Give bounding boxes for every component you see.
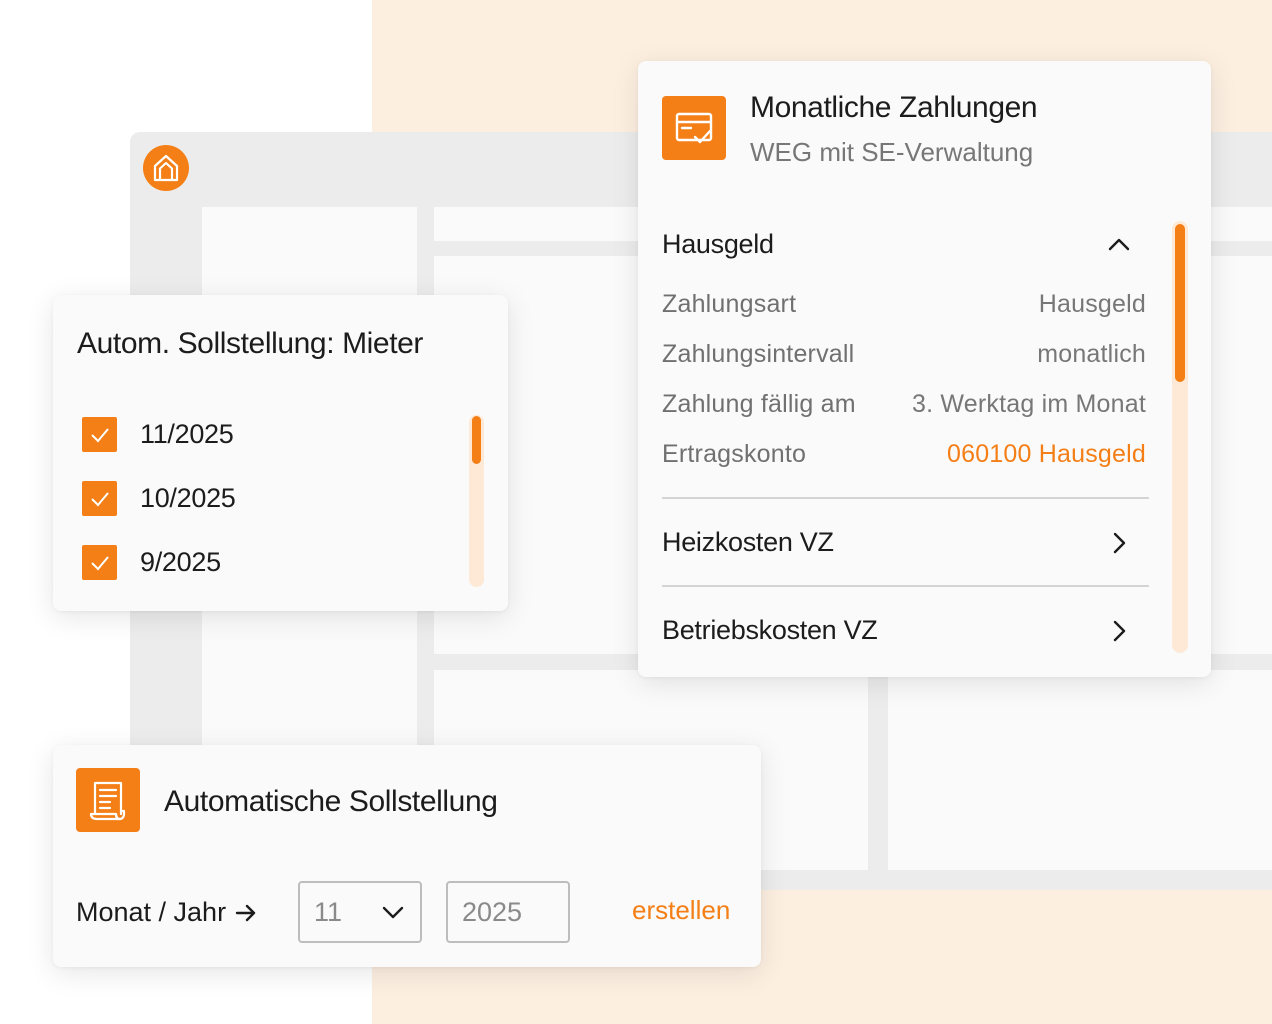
detail-value: monatlich [1037,340,1146,368]
year-input[interactable] [446,881,570,943]
section-title: Hausgeld [662,229,774,259]
divider [662,585,1149,587]
detail-label: Zahlung fällig am [662,390,856,418]
detail-value: 3. Werktag im Monat [912,390,1146,418]
period-label: 11/2025 [140,419,234,449]
check-icon [90,427,109,442]
payment-card-check-icon [662,96,726,160]
monatliche-zahlungen-card: Monatliche Zahlungen WEG mit SE-Verwaltu… [638,61,1211,677]
create-button[interactable]: erstellen [632,895,730,926]
period-label: 9/2025 [140,547,221,577]
scrollbar-thumb[interactable] [472,416,481,464]
checkbox-checked[interactable] [82,417,117,452]
detail-row: Zahlungsart Hausgeld [662,290,1146,319]
check-icon [90,555,109,570]
period-item[interactable]: 11/2025 [82,417,234,452]
detail-row: Ertragskonto 060100 Hausgeld [662,440,1146,469]
section-title: Betriebskosten VZ [662,615,878,645]
section-betriebskosten-header[interactable]: Betriebskosten VZ [662,615,1132,646]
period-item[interactable]: 9/2025 [82,545,221,580]
check-icon [90,491,109,506]
section-hausgeld-header[interactable]: Hausgeld [662,229,1132,260]
house-icon[interactable] [143,145,189,191]
chevron-down-icon[interactable] [380,899,406,925]
card-title: Monatliche Zahlungen [750,91,1038,124]
app-panel-bottom-right [888,670,1272,870]
section-heizkosten-header[interactable]: Heizkosten VZ [662,527,1132,558]
card-title: Autom. Sollstellung: Mieter [77,327,424,360]
monat-jahr-text: Monat / Jahr [76,897,227,927]
checkbox-checked[interactable] [82,545,117,580]
detail-label: Ertragskonto [662,440,807,468]
automatische-sollstellung-card: Automatische Sollstellung Monat / Jahr 1… [53,745,761,967]
section-title: Heizkosten VZ [662,527,834,557]
ertragskonto-link[interactable]: 060100 Hausgeld [947,440,1146,469]
card-title: Automatische Sollstellung [164,785,498,818]
detail-row: Zahlung fällig am 3. Werktag im Monat [662,390,1146,419]
detail-row: Zahlungsintervall monatlich [662,340,1146,369]
arrow-right-icon [235,904,256,921]
monat-jahr-label: Monat / Jahr [76,897,258,928]
period-label: 10/2025 [140,483,236,513]
divider [662,497,1149,499]
chevron-up-icon[interactable] [1106,232,1132,258]
detail-label: Zahlungsintervall [662,340,855,368]
month-select[interactable]: 11 [298,881,422,943]
receipt-icon [76,768,140,832]
chevron-right-icon[interactable] [1106,530,1132,556]
card-subtitle: WEG mit SE-Verwaltung [750,137,1034,167]
chevron-right-icon[interactable] [1106,618,1132,644]
detail-value: Hausgeld [1038,290,1146,318]
month-value: 11 [314,896,343,927]
scrollbar-thumb[interactable] [1175,224,1185,382]
checkbox-checked[interactable] [82,481,117,516]
mieter-sollstellung-card: Autom. Sollstellung: Mieter 11/2025 10/2… [53,295,508,611]
period-item[interactable]: 10/2025 [82,481,236,516]
detail-label: Zahlungsart [662,290,797,318]
